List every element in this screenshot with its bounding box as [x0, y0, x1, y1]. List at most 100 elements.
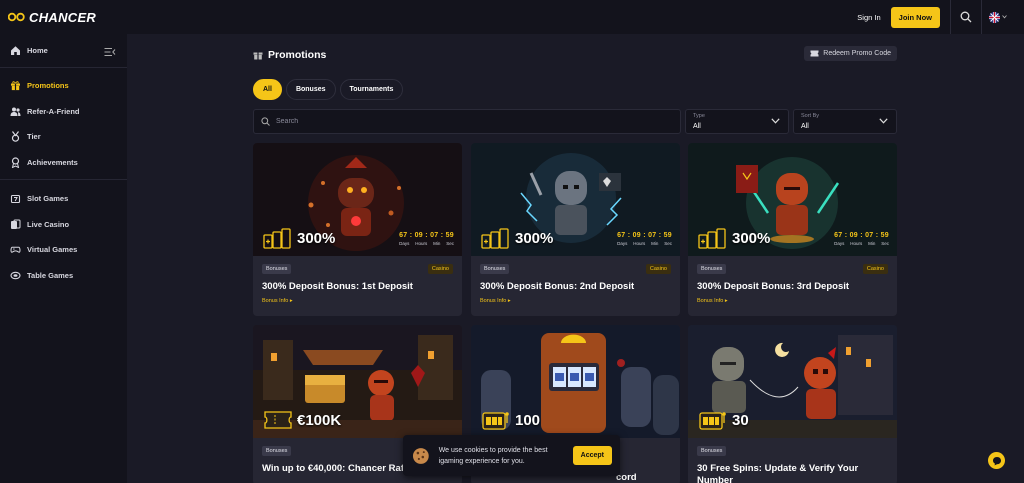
uk-flag-icon [989, 11, 1000, 23]
chevron-down-icon [771, 118, 780, 124]
search-input[interactable] [276, 118, 656, 125]
timer-days-label: Days [399, 241, 410, 246]
cookie-icon [412, 447, 429, 464]
logo-icon [8, 12, 25, 22]
timer-sec-label: Sec [664, 241, 672, 246]
chevron-down-icon [1002, 15, 1007, 19]
divider [0, 179, 127, 180]
promo-card[interactable]: 30 Bonuses 30 Free Spins: Update & Verif… [688, 325, 897, 483]
chat-icon [992, 456, 1001, 465]
signin-link[interactable]: Sign In [857, 13, 880, 22]
promo-card[interactable]: 300% 67 : 09 : 07 : 59 Days Hours Min Sec B… [253, 143, 462, 316]
sidebar-item-achievements[interactable]: Achievements [10, 157, 78, 168]
sidebar-item-tier[interactable]: Tier [10, 131, 41, 142]
slot-icon [10, 193, 21, 204]
tab-tournaments[interactable]: Tournaments [339, 79, 404, 100]
sidebar-item-table-games[interactable]: Table Games [10, 270, 73, 281]
bonus-info-label: Bonus Info [697, 298, 724, 304]
countdown-timer: 67 : 09 : 07 : 59 Days Hours Min Sec [399, 232, 454, 246]
search-icon [960, 11, 972, 23]
sidebar-item-label: Virtual Games [27, 245, 78, 254]
gift-icon [10, 80, 21, 91]
join-now-button[interactable]: Join Now [890, 6, 940, 28]
bonus-info-label: Bonus Info [262, 298, 289, 304]
cookie-banner: We use cookies to provide the best igami… [403, 435, 620, 476]
promo-card[interactable]: 300% 67 : 09 : 07 : 59 Days Hours Min Sec B… [471, 143, 680, 316]
coins-icon [698, 228, 726, 249]
sidebar-item-home[interactable]: Home [10, 45, 48, 56]
promo-title: 300% Deposit Bonus: 1st Deposit [262, 281, 413, 292]
redeem-promo-code-button[interactable]: Redeem Promo Code [804, 46, 897, 61]
sidebar-item-refer-a-friend[interactable]: Refer-A-Friend [10, 106, 80, 117]
chevron-right-icon: ▸ [507, 298, 511, 304]
timer-sec-label: Sec [446, 241, 454, 246]
promo-image: 100 [471, 325, 680, 438]
timer-hours-label: Hours [415, 241, 428, 246]
cards-icon [10, 219, 21, 230]
category-tag: Bonuses [480, 264, 510, 274]
promo-image: 300% 67 : 09 : 07 : 59 Days Hours Min Sec [253, 143, 462, 256]
ticket-icon [810, 50, 819, 57]
timer-days-label: Days [834, 241, 845, 246]
category-tag: Bonuses [697, 446, 727, 456]
bonus-info-link[interactable]: Bonus Info ▸ [697, 298, 728, 304]
collapse-sidebar-button[interactable] [104, 44, 116, 62]
chat-support-button[interactable] [988, 452, 1005, 469]
top-bar: CHANCER Sign In Join Now [0, 0, 1024, 34]
search-box [253, 109, 681, 134]
promo-title: 30 Free Spins: Update & Verify Your Numb… [697, 463, 859, 483]
accept-cookies-button[interactable]: Accept [572, 446, 612, 465]
bonus-amount: 300% [297, 229, 336, 247]
table-icon [10, 270, 21, 281]
menu-collapse-icon [104, 48, 116, 56]
chevron-right-icon: ▸ [724, 298, 728, 304]
type-label: Type [693, 113, 705, 119]
redeem-label: Redeem Promo Code [823, 50, 891, 57]
language-selector[interactable] [982, 0, 1014, 34]
bonus-info-link[interactable]: Bonus Info ▸ [480, 298, 511, 304]
users-icon [10, 106, 21, 117]
timer-min-label: Min [433, 241, 441, 246]
tab-bonuses[interactable]: Bonuses [285, 79, 336, 100]
timer-value: 67 : 09 : 07 : 59 [617, 232, 672, 239]
sidebar-item-label: Table Games [27, 271, 74, 280]
medal-icon [10, 131, 21, 142]
bonus-amount: 300% [515, 229, 554, 247]
countdown-timer: 67 : 09 : 07 : 59 Days Hours Min Sec [834, 232, 889, 246]
slot-machine-icon [482, 412, 509, 430]
category-tag: Bonuses [697, 264, 727, 274]
promo-title: 300% Deposit Bonus: 3rd Deposit [697, 281, 850, 292]
sidebar-item-label: Home [27, 46, 48, 55]
casino-tag: Casino [427, 264, 453, 274]
timer-days-label: Days [617, 241, 628, 246]
promo-image: 30 [688, 325, 897, 438]
sidebar-item-virtual-games[interactable]: Virtual Games [10, 244, 77, 255]
bonus-info-label: Bonus Info [480, 298, 507, 304]
countdown-timer: 67 : 09 : 07 : 59 Days Hours Min Sec [617, 232, 672, 246]
casino-tag: Casino [645, 264, 671, 274]
sidebar-item-label: Refer-A-Friend [27, 107, 80, 116]
search-button[interactable] [951, 0, 981, 34]
sidebar-item-slot-games[interactable]: Slot Games [10, 193, 68, 204]
brand-logo[interactable]: CHANCER [8, 10, 96, 25]
timer-min-label: Min [868, 241, 876, 246]
sidebar-item-label: Slot Games [27, 194, 69, 203]
type-value: All [693, 123, 701, 130]
ticket-icon [264, 411, 292, 429]
promo-card[interactable]: 300% 67 : 09 : 07 : 59 Days Hours Min Sec B… [688, 143, 897, 316]
sidebar-item-live-casino[interactable]: Live Casino [10, 219, 69, 230]
sidebar-item-label: Promotions [27, 81, 69, 90]
tab-all[interactable]: All [253, 79, 282, 100]
sidebar-item-promotions[interactable]: Promotions [10, 80, 69, 91]
bonus-amount: €100K [297, 411, 342, 429]
sort-label: Sort By [801, 113, 820, 119]
category-tag: Bonuses [262, 264, 292, 274]
bonus-info-link[interactable]: Bonus Info ▸ [262, 298, 293, 304]
type-select[interactable]: Type All [685, 109, 789, 134]
chevron-right-icon: ▸ [289, 298, 293, 304]
sort-by-select[interactable]: Sort By All [793, 109, 897, 134]
slot-machine-icon [699, 412, 726, 430]
divider [0, 67, 127, 68]
sort-value: All [801, 123, 809, 130]
casino-tag: Casino [862, 264, 888, 274]
